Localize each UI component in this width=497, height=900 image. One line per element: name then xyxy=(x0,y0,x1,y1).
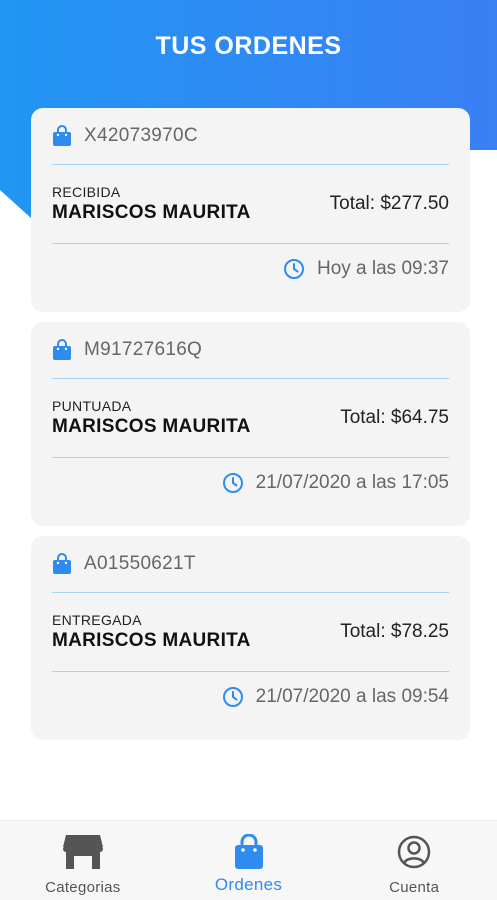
user-circle-icon xyxy=(397,835,431,869)
shopping-bag-icon xyxy=(53,125,71,146)
nav-label: Ordenes xyxy=(214,875,283,894)
order-store: MARISCOS MAURITA xyxy=(52,202,251,223)
order-header: M91727616Q xyxy=(52,322,449,379)
order-status: ENTREGADA xyxy=(52,612,142,628)
store-icon xyxy=(62,835,103,869)
order-card[interactable]: M91727616Q PUNTUADA MARISCOS MAURITA Tot… xyxy=(31,322,470,526)
order-card[interactable]: X42073970C RECIBIDA MARISCOS MAURITA Tot… xyxy=(31,108,470,312)
order-code: A01550621T xyxy=(84,553,196,574)
shopping-bag-icon xyxy=(53,553,71,574)
order-store: MARISCOS MAURITA xyxy=(52,630,251,651)
order-time: Hoy a las 09:37 xyxy=(316,258,449,279)
nav-item-categorias[interactable]: Categorias xyxy=(0,821,166,900)
order-footer: Hoy a las 09:37 xyxy=(52,244,449,294)
page-title: TUS ORDENES xyxy=(155,32,342,60)
order-footer: 21/07/2020 a las 09:54 xyxy=(52,672,449,722)
clock-icon xyxy=(222,473,243,493)
order-total: Total: $64.75 xyxy=(340,407,449,428)
orders-list: X42073970C RECIBIDA MARISCOS MAURITA Tot… xyxy=(31,108,470,750)
order-time: 21/07/2020 a las 09:54 xyxy=(255,686,449,707)
order-details: RECIBIDA MARISCOS MAURITA Total: $277.50 xyxy=(52,165,449,244)
order-status: RECIBIDA xyxy=(52,184,121,200)
order-details: ENTREGADA MARISCOS MAURITA Total: $78.25 xyxy=(52,593,449,672)
order-header: X42073970C xyxy=(52,108,449,165)
order-code: M91727616Q xyxy=(84,339,203,360)
clock-icon xyxy=(283,259,304,279)
order-header: A01550621T xyxy=(52,536,449,593)
clock-icon xyxy=(222,687,243,707)
order-code: X42073970C xyxy=(84,125,198,146)
nav-label: Cuenta xyxy=(389,879,440,896)
order-total: Total: $78.25 xyxy=(340,621,449,642)
order-details: PUNTUADA MARISCOS MAURITA Total: $64.75 xyxy=(52,379,449,458)
shopping-bag-icon xyxy=(234,834,263,869)
order-card[interactable]: A01550621T ENTREGADA MARISCOS MAURITA To… xyxy=(31,536,470,740)
nav-item-cuenta[interactable]: Cuenta xyxy=(331,821,497,900)
nav-label: Categorias xyxy=(45,879,121,896)
order-store: MARISCOS MAURITA xyxy=(52,416,251,437)
order-status: PUNTUADA xyxy=(52,398,132,414)
order-footer: 21/07/2020 a las 17:05 xyxy=(52,458,449,508)
order-time: 21/07/2020 a las 17:05 xyxy=(255,472,449,493)
order-total: Total: $277.50 xyxy=(329,193,449,214)
shopping-bag-icon xyxy=(53,339,71,360)
bottom-navigation: Categorias Ordenes Cuenta xyxy=(0,820,497,900)
nav-item-ordenes[interactable]: Ordenes xyxy=(166,821,332,900)
